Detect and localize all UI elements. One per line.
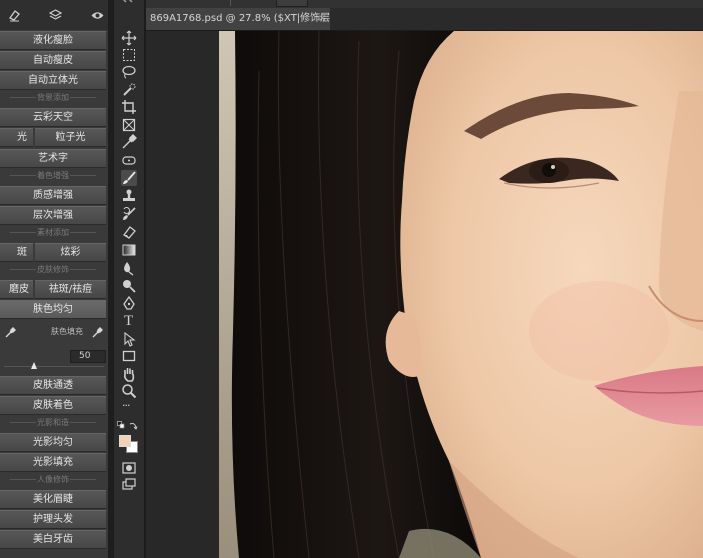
- marquee-icon[interactable]: [121, 47, 137, 63]
- layers-icon[interactable]: [49, 9, 62, 22]
- skin-even-button[interactable]: 肤色均匀: [0, 300, 106, 319]
- path-select-icon[interactable]: [121, 331, 137, 347]
- crop-icon[interactable]: [121, 99, 137, 115]
- blur-icon[interactable]: [121, 260, 137, 276]
- strength-slider-thumb[interactable]: [31, 362, 37, 369]
- brush-icon[interactable]: [121, 170, 137, 186]
- document-tab-title: 869A1768.psd @ 27.8% ($XT|修饰层, RGB/8) *: [150, 13, 330, 24]
- section-color-enhance: 着色增强: [0, 170, 106, 181]
- section-light-process: 光影和造: [0, 417, 106, 428]
- particle-light-button[interactable]: 粒子光: [35, 128, 106, 147]
- default-colors-icon[interactable]: [117, 421, 127, 429]
- options-bar: 800: [146, 0, 703, 8]
- skin-fill-row: 肤色填充: [0, 324, 108, 342]
- close-icon[interactable]: ×: [318, 8, 326, 30]
- art-text-button[interactable]: 艺术字: [0, 149, 106, 168]
- move-icon[interactable]: [121, 30, 137, 46]
- section-material-add: 素材添加: [0, 227, 106, 238]
- section-bg-process: 背景添加: [0, 92, 106, 103]
- spot-acne-button[interactable]: 祛斑/祛痘: [35, 280, 106, 299]
- dazzle-color-button[interactable]: 炫彩: [35, 243, 106, 262]
- canvas-area[interactable]: [146, 31, 703, 558]
- spot-heal-icon[interactable]: [121, 152, 137, 168]
- tools-panel: T ···: [114, 0, 144, 558]
- pen-icon[interactable]: [121, 296, 137, 312]
- auto-slim-face-button[interactable]: 自动瘦皮: [0, 51, 106, 70]
- portrait-photo[interactable]: [219, 31, 703, 558]
- skin-clear-button[interactable]: 皮肤通透: [0, 376, 106, 395]
- options-dropdown[interactable]: [276, 0, 308, 7]
- light-even-button[interactable]: 光影均匀: [0, 433, 106, 452]
- hand-icon[interactable]: [121, 366, 137, 382]
- hair-care-button[interactable]: 护理头发: [0, 510, 106, 529]
- layer-enhance-button[interactable]: 层次增强: [0, 206, 106, 225]
- eyedropper-icon[interactable]: [121, 134, 137, 150]
- spot-button[interactable]: 斑: [0, 243, 33, 262]
- stamp-icon[interactable]: [121, 188, 137, 204]
- history-brush-icon[interactable]: [121, 206, 137, 222]
- eraser-icon[interactable]: [8, 9, 21, 22]
- retouch-plugin-panel: 液化瘦脸 自动瘦皮 自动立体光 背景添加 云彩天空 光 粒子光 艺术字 着色增强…: [0, 0, 108, 558]
- liquify-slim-face-button[interactable]: 液化瘦脸: [0, 31, 106, 50]
- skin-fill-label: 肤色填充: [51, 327, 83, 336]
- eyedropper-icon[interactable]: [91, 327, 103, 339]
- toolbar-collapse-icon[interactable]: [118, 0, 140, 4]
- quick-mask-icon[interactable]: [121, 460, 137, 476]
- light-fill-button[interactable]: 光影填充: [0, 453, 106, 472]
- more-glyph: ···: [122, 399, 130, 412]
- portrait-image: [219, 31, 703, 558]
- options-separator: [230, 0, 231, 6]
- dodge-icon[interactable]: [121, 278, 137, 294]
- eraser-icon[interactable]: [121, 224, 137, 240]
- panel-header: [0, 0, 108, 30]
- eyedropper-icon[interactable]: [4, 327, 16, 339]
- screen-mode-icon[interactable]: [121, 477, 137, 493]
- quick-select-icon[interactable]: [121, 82, 137, 98]
- peel-button[interactable]: 磨皮: [0, 280, 33, 299]
- eye-icon[interactable]: [91, 9, 104, 22]
- lasso-icon[interactable]: [121, 64, 137, 80]
- swap-colors-icon[interactable]: [129, 421, 138, 430]
- texture-enhance-button[interactable]: 质感增强: [0, 186, 106, 205]
- strength-slider-track[interactable]: [4, 366, 104, 367]
- foreground-color-swatch[interactable]: [119, 435, 131, 447]
- skin-tone-button[interactable]: 皮肤着色: [0, 396, 106, 415]
- teeth-whiten-button[interactable]: 美白牙齿: [0, 530, 106, 549]
- strength-input[interactable]: 50: [70, 350, 106, 363]
- document-tab[interactable]: 869A1768.psd @ 27.8% ($XT|修饰层, RGB/8) * …: [146, 8, 330, 30]
- auto-3d-light-button[interactable]: 自动立体光: [0, 71, 106, 90]
- type-glyph: T: [124, 313, 134, 329]
- cloud-sky-button[interactable]: 云彩天空: [0, 108, 106, 127]
- document-tab-bar: 869A1768.psd @ 27.8% ($XT|修饰层, RGB/8) * …: [146, 8, 703, 31]
- frame-icon[interactable]: [121, 117, 137, 133]
- beautify-eyebrow-button[interactable]: 美化眉睫: [0, 490, 106, 509]
- options-bar-value[interactable]: 800: [336, 0, 347, 2]
- gradient-icon[interactable]: [121, 242, 137, 258]
- section-portrait-detail: 人像修饰: [0, 474, 106, 485]
- section-skin-retouch: 皮肤修饰: [0, 264, 106, 275]
- type-icon[interactable]: T: [121, 313, 137, 330]
- zoom-icon[interactable]: [121, 383, 137, 399]
- rectangle-icon[interactable]: [121, 348, 137, 364]
- light-button[interactable]: 光: [0, 128, 33, 147]
- more-icon[interactable]: ···: [121, 399, 137, 417]
